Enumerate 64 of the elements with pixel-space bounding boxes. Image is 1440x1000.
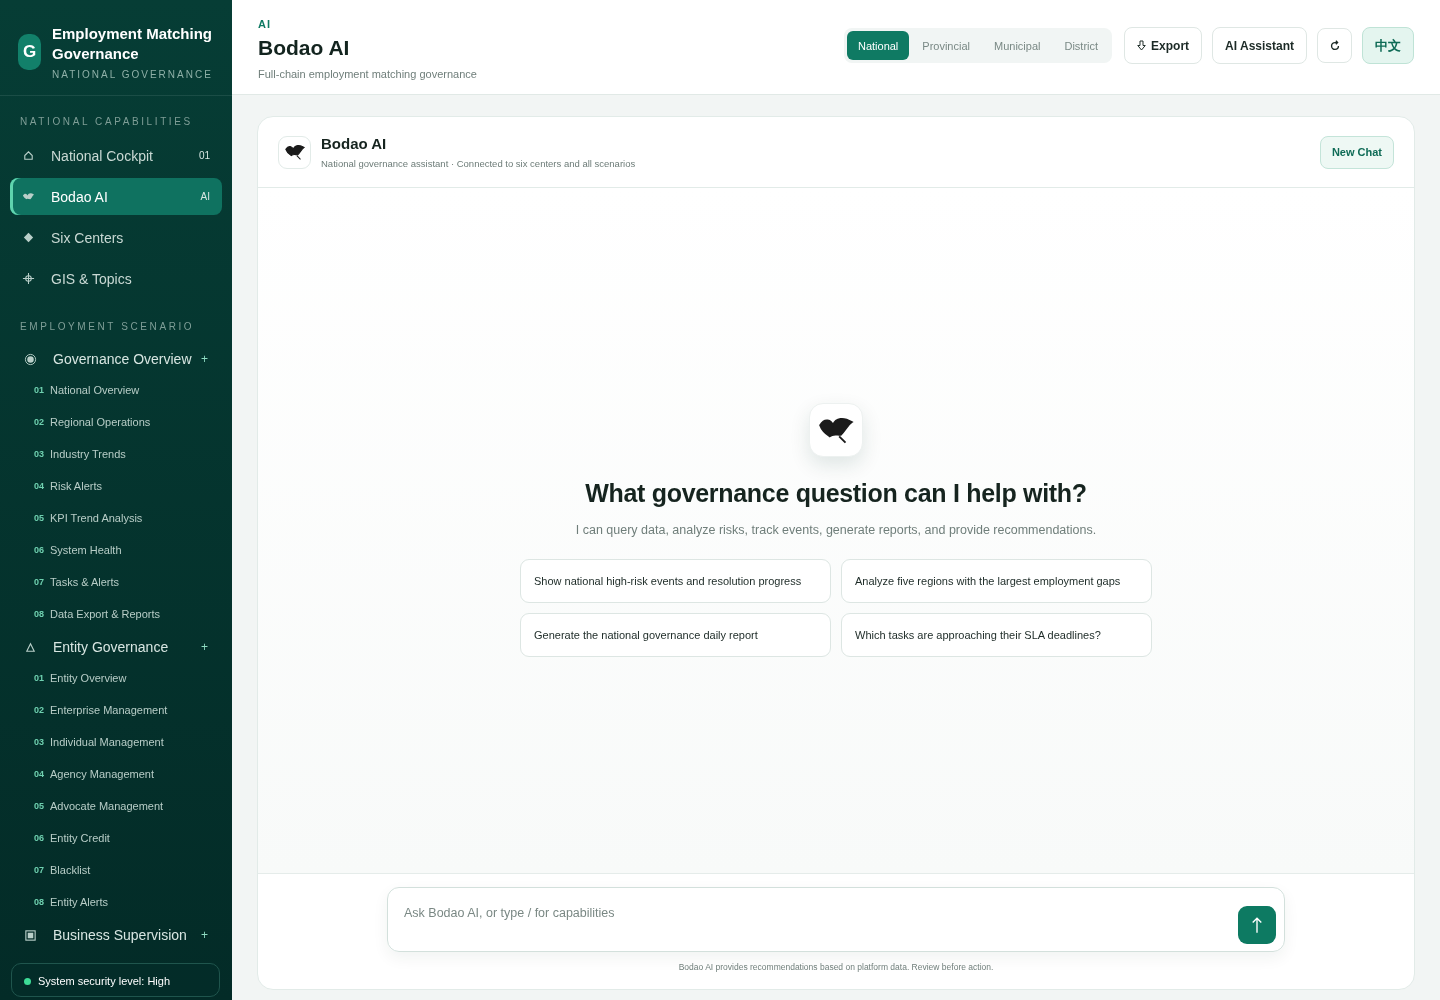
nav-subitem[interactable]: 02 Regional Operations — [10, 406, 222, 438]
page-subtitle: Full-chain employment matching governance — [258, 68, 477, 80]
nav-subitem[interactable]: 02 Enterprise Management — [10, 694, 222, 726]
nav-subitem[interactable]: 03 Industry Trends — [10, 438, 222, 470]
suggestion-chip[interactable]: Analyze five regions with the largest employment gaps — [841, 559, 1152, 603]
crosshair-icon — [22, 272, 35, 285]
section-label: NATIONAL CAPABILITIES — [19, 115, 194, 129]
new-chat-button[interactable]: New Chat — [1319, 135, 1394, 169]
nav-item[interactable]: Six Centers — [10, 219, 222, 256]
diamond-icon — [22, 231, 35, 244]
level-tab[interactable]: District — [1053, 31, 1110, 60]
nav-group[interactable]: Entity Governance + — [10, 632, 222, 662]
nav-subitem[interactable]: 01 Entity Overview — [10, 662, 222, 694]
app-title: Employment Matching Governance — [52, 23, 213, 64]
welcome-text: I can query data, analyze risks, track events, generate reports, and provide recommendations. — [575, 523, 1097, 537]
level-tab[interactable]: National — [846, 31, 910, 60]
section-label: EMPLOYMENT SCENARIO — [19, 320, 196, 334]
nav-item[interactable]: GIS & Topics — [10, 260, 222, 297]
welcome-heading: What governance question can I help with? — [585, 479, 1087, 508]
nav-group[interactable]: Business Supervision + — [10, 920, 222, 950]
app-subtitle: NATIONAL GOVERNANCE — [52, 68, 214, 80]
nav-subitem[interactable]: 03 Individual Management — [10, 726, 222, 758]
nav-subitem[interactable]: 05 Advocate Management — [10, 790, 222, 822]
nav-subitem[interactable]: 04 Agency Management — [10, 758, 222, 790]
nav-count-label: AI — [200, 191, 210, 202]
square-icon — [24, 928, 37, 942]
disclaimer: Bodao AI provides recommendations based on platform data. Review before action. — [678, 962, 994, 972]
home-icon — [22, 149, 35, 162]
nav-subitem[interactable]: 01 National Overview — [10, 374, 222, 406]
suggestion-chip[interactable]: Generate the national governance daily report — [520, 613, 831, 657]
nav-subitem[interactable]: 08 Data Export & Reports — [10, 598, 222, 630]
nav-count-label: 01 — [198, 150, 210, 161]
export-button[interactable]: Export — [1124, 27, 1203, 64]
nav-subitem[interactable]: 07 Tasks & Alerts — [10, 566, 222, 598]
refresh-button[interactable] — [1317, 28, 1352, 63]
expand-toggle[interactable]: + — [201, 928, 208, 942]
nav-item[interactable]: National Cockpit 01 — [10, 137, 222, 174]
language-button[interactable]: 中文 — [1362, 27, 1414, 64]
download-icon — [1137, 40, 1147, 51]
triangle-icon — [24, 640, 37, 654]
page-eyebrow: AI — [258, 18, 272, 30]
ai-assistant-button[interactable]: AI Assistant — [1212, 27, 1307, 64]
expand-toggle[interactable]: + — [201, 640, 208, 654]
nav-subitem[interactable]: 05 KPI Trend Analysis — [10, 502, 222, 534]
suggestion-chip[interactable]: Which tasks are approaching their SLA deadlines? — [841, 613, 1152, 657]
security-text: System security level: High — [38, 975, 171, 987]
chat-input[interactable]: Ask Bodao AI, or type / for capabilities — [402, 905, 1238, 921]
nav-item[interactable]: Bodao AI AI — [10, 178, 222, 215]
refresh-icon — [1328, 39, 1341, 52]
nav-subitem[interactable]: 07 Blacklist — [10, 854, 222, 886]
nav-subitem[interactable]: 04 Risk Alerts — [10, 470, 222, 502]
chat-subtitle: National governance assistant · Connected to six centers and all scenarios — [321, 158, 637, 169]
send-button[interactable] — [1238, 906, 1276, 944]
nav-subitem[interactable]: 08 Entity Alerts — [10, 886, 222, 918]
arrow-up-icon — [1251, 915, 1263, 935]
nav-group[interactable]: Governance Overview + — [10, 344, 222, 374]
nav-subitem[interactable]: 06 Entity Credit — [10, 822, 222, 854]
radio-icon — [24, 352, 37, 366]
suggestion-chip[interactable]: Show national high-risk events and resolution progress — [520, 559, 831, 603]
nav-subitem[interactable]: 06 System Health — [10, 534, 222, 566]
logo: G — [18, 33, 41, 70]
page-title: Bodao AI — [258, 36, 351, 60]
chat-title: Bodao AI — [321, 135, 388, 152]
expand-toggle[interactable]: + — [201, 352, 208, 366]
